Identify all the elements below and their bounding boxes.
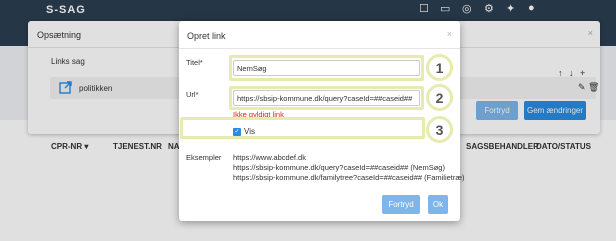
visible-checkbox-row[interactable]: ✓ Vis (233, 127, 255, 136)
visible-field-highlight (180, 117, 425, 139)
example-line: https://sbsip-kommune.dk/familytree?case… (233, 173, 465, 182)
step-2-marker: 2 (426, 84, 453, 111)
close-icon[interactable]: × (447, 29, 452, 39)
step-3-marker: 3 (426, 116, 453, 143)
step-1-marker: 1 (426, 54, 453, 81)
create-link-header: Opret link × (179, 21, 460, 49)
examples-label: Eksempler (186, 153, 222, 162)
example-line: https://sbsip-kommune.dk/query?caseId=##… (233, 163, 445, 172)
visible-label: Vis (244, 127, 255, 136)
create-link-title: Opret link (187, 31, 226, 41)
title-input[interactable] (233, 60, 420, 76)
example-line: https://www.abcdef.dk (233, 153, 306, 162)
dialog-cancel-button[interactable]: Fortryd (382, 195, 420, 214)
url-input[interactable] (233, 90, 420, 106)
title-label: Titel* (186, 58, 203, 67)
dialog-ok-button[interactable]: Ok (428, 195, 448, 214)
checkbox-checked-icon[interactable]: ✓ (233, 127, 241, 136)
url-label: Url* (186, 90, 199, 99)
